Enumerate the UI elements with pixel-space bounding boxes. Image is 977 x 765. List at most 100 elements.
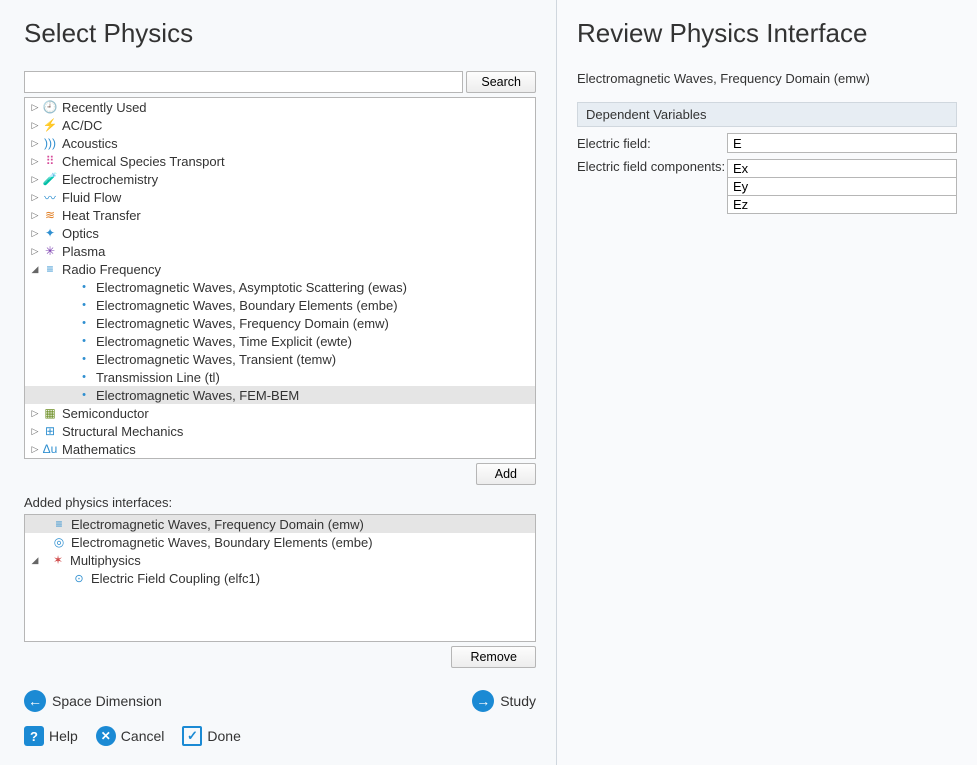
add-button[interactable]: Add xyxy=(476,463,536,485)
tree-item-label: Fluid Flow xyxy=(62,190,121,205)
tree-item-acdc[interactable]: ▷⚡AC/DC xyxy=(25,116,535,134)
tree-item-rf-child[interactable]: ▷•Electromagnetic Waves, FEM-BEM xyxy=(25,386,535,404)
tree-item-plasma[interactable]: ▷✳Plasma xyxy=(25,242,535,260)
expander-closed-icon[interactable]: ▷ xyxy=(29,228,41,239)
expander-closed-icon[interactable]: ▷ xyxy=(29,174,41,185)
electric-field-label: Electric field: xyxy=(577,136,727,151)
rf-icon: ◎ xyxy=(51,534,67,550)
expander-closed-icon[interactable]: ▷ xyxy=(29,444,41,455)
expander-closed-icon[interactable]: ▷ xyxy=(29,120,41,131)
tree-item-label: Heat Transfer xyxy=(62,208,141,223)
tree-item-recent[interactable]: ▷🕘 Recently Used xyxy=(25,98,535,116)
tree-item-rf-child[interactable]: ▷•Electromagnetic Waves, Boundary Elemen… xyxy=(25,296,535,314)
sub-icon: • xyxy=(76,333,92,349)
close-icon: ✕ xyxy=(96,726,116,746)
component-ez-input[interactable] xyxy=(727,196,957,214)
tree-item-label: Electromagnetic Waves, Asymptotic Scatte… xyxy=(96,280,407,295)
tree-item-label: Recently Used xyxy=(62,100,147,115)
electroc-icon: 🧪 xyxy=(42,171,58,187)
sub-icon: • xyxy=(76,315,92,331)
tree-item-electroc[interactable]: ▷🧪Electrochemistry xyxy=(25,170,535,188)
added-mp-child[interactable]: ⊙ Electric Field Coupling (elfc1) xyxy=(25,569,535,587)
struct-icon: ⊞ xyxy=(42,423,58,439)
done-button[interactable]: ✓ Done xyxy=(182,726,240,746)
tree-item-rf-child[interactable]: ▷•Electromagnetic Waves, Time Explicit (… xyxy=(25,332,535,350)
cancel-label: Cancel xyxy=(121,728,165,744)
expander-closed-icon[interactable]: ▷ xyxy=(29,102,41,113)
tree-item-rf-child[interactable]: ▷•Transmission Line (tl) xyxy=(25,368,535,386)
tree-item-label: Radio Frequency xyxy=(62,262,161,277)
fluid-icon: 〰 xyxy=(42,189,58,205)
expander-closed-icon[interactable]: ▷ xyxy=(29,156,41,167)
tree-item-rf-child[interactable]: ▷•Electromagnetic Waves, Frequency Domai… xyxy=(25,314,535,332)
sub-icon: • xyxy=(76,279,92,295)
tree-item-label: Acoustics xyxy=(62,136,118,151)
component-ex-input[interactable] xyxy=(727,159,957,178)
tree-item-heat[interactable]: ▷≋Heat Transfer xyxy=(25,206,535,224)
tree-item-rf-child[interactable]: ▷•Electromagnetic Waves, Transient (temw… xyxy=(25,350,535,368)
remove-button[interactable]: Remove xyxy=(451,646,536,668)
expander-closed-icon[interactable]: ▷ xyxy=(29,426,41,437)
tree-item-label: Structural Mechanics xyxy=(62,424,183,439)
expander-closed-icon[interactable]: ▷ xyxy=(29,192,41,203)
tree-item-label: Electromagnetic Waves, FEM-BEM xyxy=(96,388,299,403)
added-item-label: Electromagnetic Waves, Boundary Elements… xyxy=(71,535,373,550)
expander-open-icon[interactable]: ◢ xyxy=(29,264,41,275)
nav-forward-label: Study xyxy=(500,693,536,709)
tree-item-chem[interactable]: ▷⠿Chemical Species Transport xyxy=(25,152,535,170)
expander-closed-icon[interactable]: ▷ xyxy=(29,246,41,257)
recent-icon: 🕘 xyxy=(42,99,58,115)
rf-icon: ≡ xyxy=(42,261,58,277)
nav-back-label: Space Dimension xyxy=(52,693,162,709)
math-icon: Δu xyxy=(42,441,58,457)
tree-item-semi[interactable]: ▷▦ Semiconductor xyxy=(25,404,535,422)
semi-icon: ▦ xyxy=(42,405,58,421)
page-title: Select Physics xyxy=(24,18,536,49)
review-subtitle: Electromagnetic Waves, Frequency Domain … xyxy=(577,71,957,86)
expander-closed-icon[interactable]: ▷ xyxy=(29,408,41,419)
electric-field-components-label: Electric field components: xyxy=(577,159,727,174)
tree-item-label: Electromagnetic Waves, Frequency Domain … xyxy=(96,316,389,331)
tree-item-rf[interactable]: ◢≡ Radio Frequency xyxy=(25,260,535,278)
added-item-embe[interactable]: ◎ Electromagnetic Waves, Boundary Elemen… xyxy=(25,533,535,551)
help-button[interactable]: ? Help xyxy=(24,726,78,746)
tree-item-fluid[interactable]: ▷〰 Fluid Flow xyxy=(25,188,535,206)
tree-item-rf-child[interactable]: ▷•Electromagnetic Waves, Asymptotic Scat… xyxy=(25,278,535,296)
tree-item-label: Mathematics xyxy=(62,442,136,457)
help-label: Help xyxy=(49,728,78,744)
tree-item-label: Electromagnetic Waves, Boundary Elements… xyxy=(96,298,398,313)
electric-field-input[interactable] xyxy=(727,133,957,153)
acdc-icon: ⚡ xyxy=(42,117,58,133)
added-multiphysics[interactable]: ◢ ✶ Multiphysics xyxy=(25,551,535,569)
tree-item-label: Transmission Line (tl) xyxy=(96,370,220,385)
review-title: Review Physics Interface xyxy=(577,18,957,49)
rf-icon: ≡ xyxy=(51,516,67,532)
tree-item-math[interactable]: ▷Δu Mathematics xyxy=(25,440,535,458)
added-interfaces-label: Added physics interfaces: xyxy=(24,495,536,510)
component-ey-input[interactable] xyxy=(727,178,957,196)
expander-open-icon[interactable]: ◢ xyxy=(29,555,41,566)
expander-closed-icon[interactable]: ▷ xyxy=(29,138,41,149)
nav-back-button[interactable]: ← Space Dimension xyxy=(24,690,162,712)
sub-icon: • xyxy=(76,387,92,403)
cancel-button[interactable]: ✕ Cancel xyxy=(96,726,165,746)
search-button[interactable]: Search xyxy=(466,71,536,93)
tree-item-optics[interactable]: ▷✦Optics xyxy=(25,224,535,242)
help-icon: ? xyxy=(24,726,44,746)
expander-closed-icon[interactable]: ▷ xyxy=(29,210,41,221)
tree-item-struct[interactable]: ▷⊞ Structural Mechanics xyxy=(25,422,535,440)
tree-item-label: Chemical Species Transport xyxy=(62,154,225,169)
tree-item-label: Semiconductor xyxy=(62,406,149,421)
physics-tree[interactable]: ▷🕘Recently Used▷⚡AC/DC▷))) Acoustics▷⠿Ch… xyxy=(24,97,536,459)
check-icon: ✓ xyxy=(182,726,202,746)
added-interfaces-tree[interactable]: ≡ Electromagnetic Waves, Frequency Domai… xyxy=(24,514,536,642)
plasma-icon: ✳ xyxy=(42,243,58,259)
acoustic-icon: ))) xyxy=(42,135,58,151)
multiphysics-icon: ✶ xyxy=(50,552,66,568)
search-input[interactable] xyxy=(24,71,463,93)
tree-item-label: Electromagnetic Waves, Transient (temw) xyxy=(96,352,336,367)
added-item-emw[interactable]: ≡ Electromagnetic Waves, Frequency Domai… xyxy=(25,515,535,533)
nav-forward-button[interactable]: → Study xyxy=(472,690,536,712)
optics-icon: ✦ xyxy=(42,225,58,241)
tree-item-acoustic[interactable]: ▷))) Acoustics xyxy=(25,134,535,152)
